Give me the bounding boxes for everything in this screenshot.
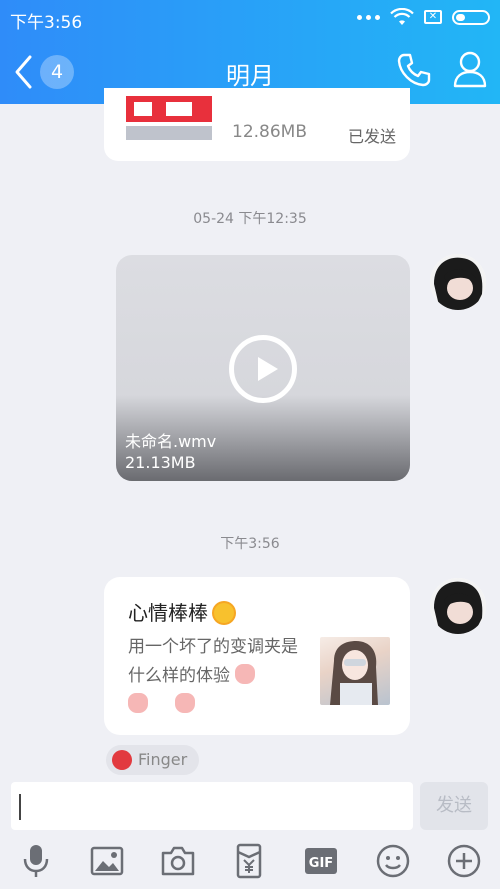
avatar[interactable]: [430, 254, 486, 310]
no-sim-icon: ✕: [424, 10, 442, 24]
plus-icon[interactable]: [446, 843, 482, 879]
source-tag[interactable]: Finger: [106, 745, 200, 775]
file-thumbnail: [126, 96, 212, 140]
mic-icon[interactable]: [18, 843, 54, 879]
signal-dots-icon: [357, 14, 380, 20]
video-size: 21.13MB: [125, 453, 196, 472]
card-title: 心情棒棒: [128, 597, 235, 626]
face-emoji-icon: [128, 693, 148, 713]
camera-icon[interactable]: [160, 843, 196, 879]
card-title-text: 心情棒棒: [128, 601, 208, 625]
video-message[interactable]: 未命名.wmv 21.13MB: [116, 255, 410, 481]
redpacket-icon[interactable]: [231, 843, 267, 879]
shared-link-card[interactable]: 心情棒棒 用一个坏了的变调夹是什么样的体验: [104, 577, 410, 735]
timestamp: 05-24 下午12:35: [193, 211, 307, 227]
file-message-card[interactable]: 12.86MB 已发送: [104, 88, 410, 161]
input-bar: 发送 GIF: [0, 775, 500, 889]
svg-text:GIF: GIF: [309, 856, 333, 871]
card-thumbnail: [320, 637, 390, 705]
image-icon[interactable]: [89, 843, 125, 879]
avatar[interactable]: [430, 578, 486, 634]
phone-icon[interactable]: [396, 52, 432, 88]
file-size: 12.86MB: [232, 122, 307, 142]
status-time: 下午3:56: [10, 13, 83, 33]
message-input[interactable]: [11, 782, 413, 830]
avatar-photo: [430, 254, 486, 310]
text-caret: [19, 794, 21, 820]
battery-icon: [452, 9, 490, 25]
input-toolbar: GIF: [0, 843, 500, 885]
emoji-icon[interactable]: [375, 843, 411, 879]
avatar-photo: [430, 578, 486, 634]
send-button[interactable]: 发送: [420, 782, 488, 830]
video-filename: 未命名.wmv: [125, 432, 217, 451]
timestamp: 下午3:56: [220, 536, 280, 552]
source-label: Finger: [138, 750, 188, 769]
status-bar: 下午3:56 ✕: [0, 0, 500, 36]
sent-status: 已发送: [347, 127, 396, 146]
finger-logo-icon: [112, 750, 132, 770]
wifi-icon: [390, 8, 414, 25]
status-icons: ✕: [357, 8, 490, 26]
sun-emoji-icon: [214, 603, 235, 623]
gif-icon[interactable]: GIF: [303, 843, 339, 879]
face-emoji-icon: [235, 664, 256, 684]
card-description-text: 用一个坏了的变调夹是什么样的体验: [128, 637, 298, 686]
profile-icon[interactable]: [452, 50, 488, 88]
card-description: 用一个坏了的变调夹是什么样的体验: [128, 633, 314, 720]
face-emoji-icon: [175, 693, 196, 713]
play-icon[interactable]: [229, 335, 297, 403]
